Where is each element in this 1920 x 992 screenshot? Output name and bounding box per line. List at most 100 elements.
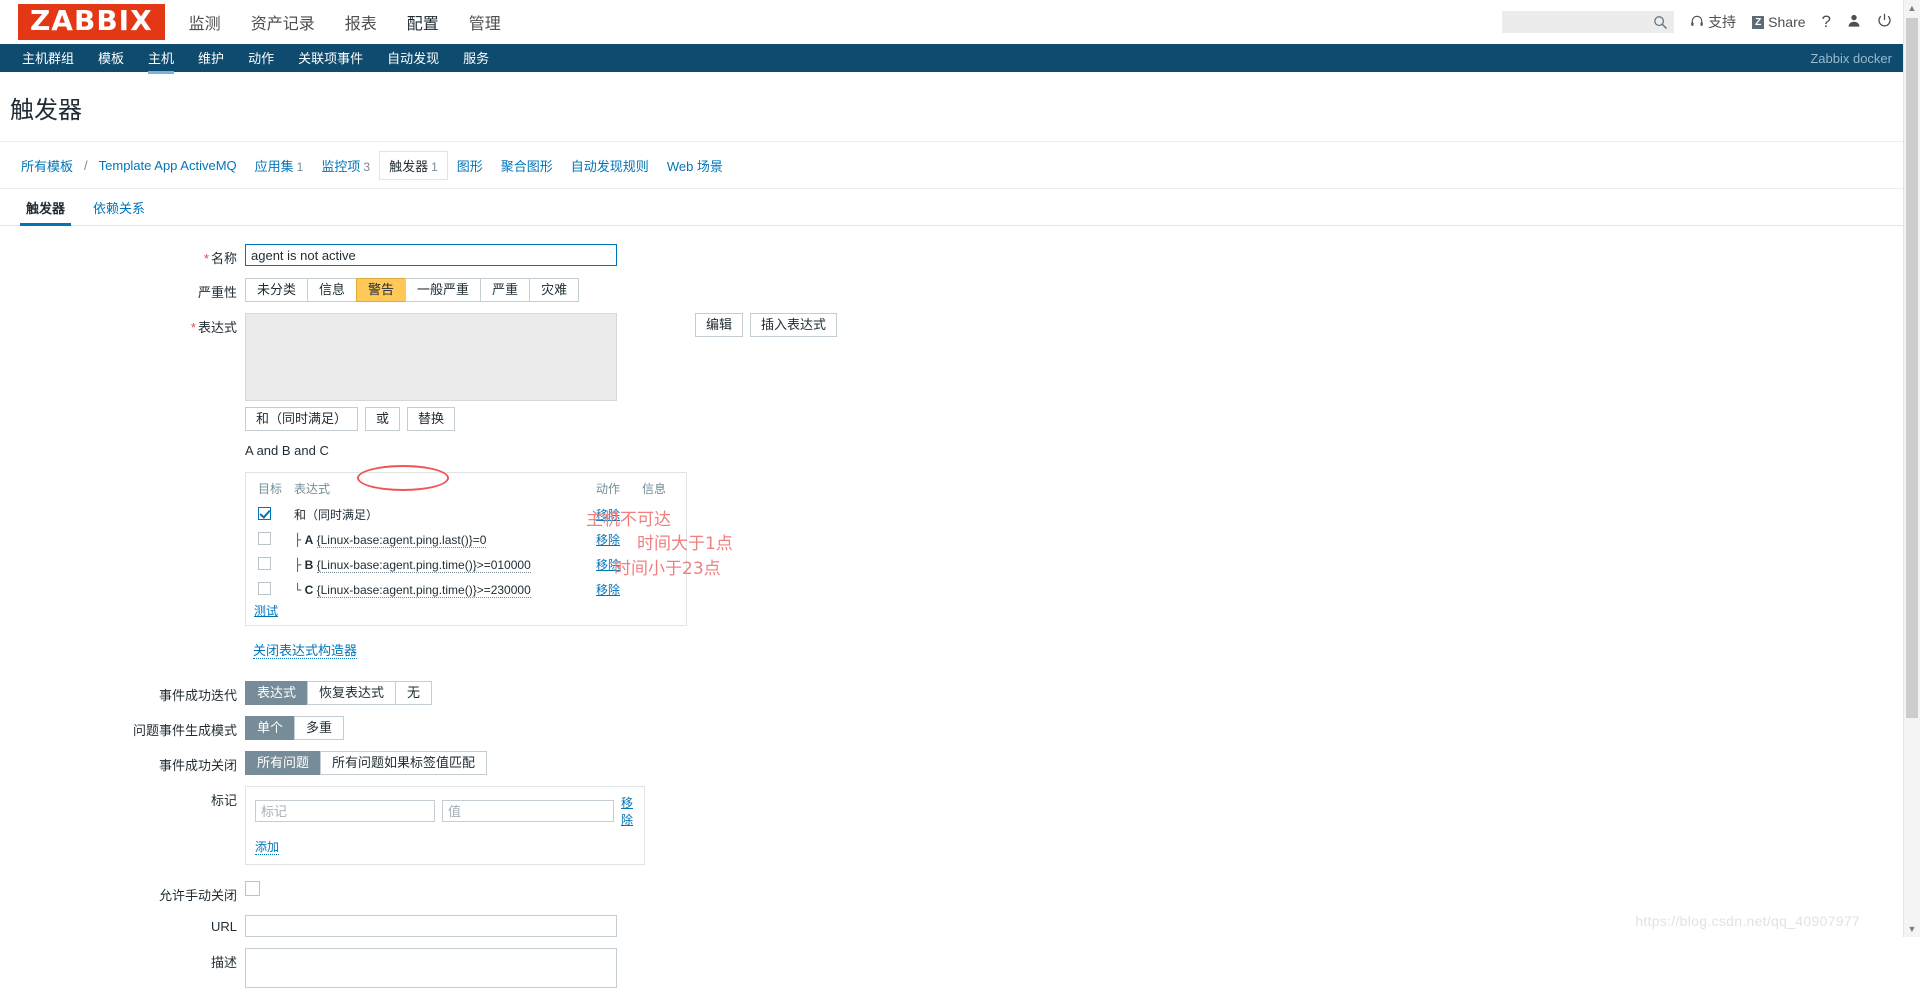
event-success-segmented-control: 表达式 恢复表达式 无: [245, 681, 433, 705]
tree-branch-icon: └: [294, 582, 302, 597]
breadcrumb-item-triggers[interactable]: 触发器 1: [379, 151, 448, 180]
breadcrumb-count: 1: [296, 160, 304, 174]
severity-option-high[interactable]: 严重: [480, 278, 530, 302]
edit-button[interactable]: 编辑: [695, 313, 744, 337]
row-checkbox[interactable]: [258, 581, 271, 595]
scrollbar-thumb[interactable]: [1906, 18, 1918, 718]
problem-event-option-single[interactable]: 单个: [245, 716, 295, 740]
column-header-expression: 表达式: [294, 482, 331, 496]
subnav-item-services[interactable]: 服务: [451, 42, 501, 74]
subnav-item-templates[interactable]: 模板: [86, 42, 136, 74]
tag-remove-link[interactable]: 移除: [621, 794, 635, 828]
severity-option-information[interactable]: 信息: [307, 278, 357, 302]
problem-event-label: 问题事件生成模式: [132, 723, 237, 738]
zabbix-logo[interactable]: ZABBIX: [18, 4, 165, 40]
help-link[interactable]: ?: [1822, 12, 1831, 32]
breadcrumb-item-screens[interactable]: 聚合图形: [492, 152, 562, 179]
scroll-up-icon[interactable]: ▲: [1904, 0, 1920, 16]
breadcrumb-template-name[interactable]: Template App ActiveMQ: [90, 154, 246, 177]
support-link[interactable]: 支持: [1690, 12, 1736, 32]
form-tabs: 触发器 依赖关系: [0, 189, 1920, 226]
remove-link[interactable]: 移除: [596, 558, 620, 572]
problem-event-option-multiple[interactable]: 多重: [294, 716, 345, 740]
severity-label: 严重性: [197, 285, 237, 300]
subnav-item-actions[interactable]: 动作: [236, 42, 286, 74]
breadcrumb-item-discovery-rules[interactable]: 自动发现规则: [562, 152, 658, 179]
event-success-option-none[interactable]: 无: [395, 681, 433, 705]
breadcrumb-item-applications[interactable]: 应用集 1: [246, 152, 313, 179]
event-success-option-expression[interactable]: 表达式: [245, 681, 308, 705]
tag-value-input[interactable]: [442, 800, 614, 822]
nav-item-monitoring[interactable]: 监测: [187, 0, 223, 46]
tag-row: 移除: [255, 794, 635, 828]
user-profile-link[interactable]: [1847, 13, 1861, 31]
tag-add-link[interactable]: 添加: [255, 840, 280, 855]
row-action-cell[interactable]: 移除: [592, 527, 638, 552]
row-checkbox[interactable]: [258, 506, 271, 520]
manual-close-checkbox[interactable]: [245, 881, 260, 896]
replace-button[interactable]: 替换: [407, 407, 456, 431]
row-action-cell[interactable]: 移除: [592, 552, 638, 577]
remove-link[interactable]: 移除: [596, 508, 620, 522]
or-button[interactable]: 或: [365, 407, 401, 431]
subnav-item-discovery[interactable]: 自动发现: [375, 42, 451, 74]
remove-link[interactable]: 移除: [596, 583, 620, 597]
share-link[interactable]: Z Share: [1752, 14, 1806, 30]
subnav-item-event-correlation[interactable]: 关联项事件: [286, 42, 375, 74]
trigger-name-input[interactable]: [245, 244, 617, 266]
subnav-item-maintenance[interactable]: 维护: [186, 42, 236, 74]
severity-option-disaster[interactable]: 灾难: [529, 278, 580, 302]
subnav-item-hosts[interactable]: 主机: [136, 42, 186, 74]
close-expression-constructor-link[interactable]: 关闭表达式构造器: [253, 643, 358, 659]
tag-name-input[interactable]: [255, 800, 435, 822]
nav-item-administration[interactable]: 管理: [467, 0, 503, 46]
event-success-label: 事件成功迭代: [158, 688, 237, 703]
nav-item-reports[interactable]: 报表: [343, 0, 379, 46]
row-checkbox-cell[interactable]: [254, 577, 290, 602]
search-box[interactable]: [1502, 11, 1675, 34]
row-checkbox-cell[interactable]: [254, 502, 290, 527]
severity-option-average[interactable]: 一般严重: [405, 278, 481, 302]
required-marker: *: [190, 320, 196, 335]
tags-label: 标记: [210, 793, 237, 808]
row-expression-text[interactable]: {Linux-base:agent.ping.time()}>=230000: [316, 582, 531, 598]
tab-dependencies[interactable]: 依赖关系: [79, 189, 159, 225]
expression-textarea[interactable]: [245, 313, 617, 401]
breadcrumb-all-templates[interactable]: 所有模板: [12, 152, 82, 179]
severity-option-not-classified[interactable]: 未分类: [245, 278, 308, 302]
nav-item-configuration[interactable]: 配置: [405, 0, 441, 46]
row-checkbox-cell[interactable]: [254, 552, 290, 577]
remove-link[interactable]: 移除: [596, 533, 620, 547]
severity-option-warning[interactable]: 警告: [356, 278, 406, 302]
row-action-cell[interactable]: 移除: [592, 577, 638, 602]
nav-item-inventory[interactable]: 资产记录: [249, 0, 317, 46]
breadcrumb-item-graphs[interactable]: 图形: [448, 152, 492, 179]
row-action-cell[interactable]: 移除: [592, 502, 638, 527]
url-input[interactable]: [245, 915, 617, 937]
search-icon[interactable]: [1653, 15, 1668, 34]
breadcrumb-item-items[interactable]: 监控项 3: [312, 152, 379, 179]
breadcrumb-item-web-scenarios[interactable]: Web 场景: [658, 152, 732, 179]
row-checkbox[interactable]: [258, 556, 271, 570]
breadcrumb-label: 触发器: [389, 159, 429, 174]
form-row-severity: 严重性 未分类 信息 警告 一般严重 严重 灾难: [0, 278, 1920, 302]
description-textarea[interactable]: [245, 948, 617, 988]
and-button[interactable]: 和（同时满足）: [245, 407, 359, 431]
scroll-down-icon[interactable]: ▼: [1904, 921, 1920, 937]
search-input[interactable]: [1507, 14, 1670, 30]
row-checkbox-cell[interactable]: [254, 527, 290, 552]
insert-expression-button[interactable]: 插入表达式: [750, 313, 838, 337]
event-close-option-tag-match[interactable]: 所有问题如果标签值匹配: [320, 751, 488, 775]
logout-link[interactable]: [1877, 13, 1892, 31]
vertical-scrollbar[interactable]: ▲ ▼: [1903, 0, 1920, 937]
tab-trigger[interactable]: 触发器: [12, 189, 79, 226]
event-close-option-all-problems[interactable]: 所有问题: [245, 751, 321, 775]
event-success-option-recovery-expression[interactable]: 恢复表达式: [307, 681, 396, 705]
row-expression-text[interactable]: {Linux-base:agent.ping.time()}>=010000: [316, 557, 531, 573]
test-link[interactable]: 测试: [254, 604, 278, 618]
row-expression-text[interactable]: {Linux-base:agent.ping.last()}=0: [316, 532, 487, 548]
row-checkbox[interactable]: [258, 531, 271, 545]
subnav-item-host-groups[interactable]: 主机群组: [10, 42, 86, 74]
required-marker: *: [203, 251, 209, 266]
sub-navigation: 主机群组 模板 主机 维护 动作 关联项事件 自动发现 服务 Zabbix do…: [0, 42, 1920, 74]
